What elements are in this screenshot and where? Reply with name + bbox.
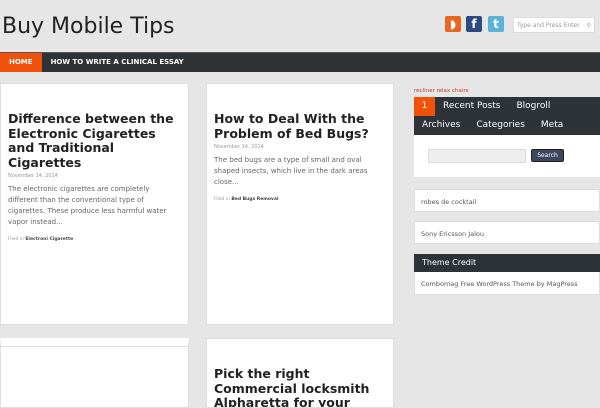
post-title[interactable]: Pick the right Commercial locksmith Alph… <box>214 366 386 407</box>
search-placeholder: Type and Press Enter <box>517 22 580 29</box>
twitter-icon[interactable]: t <box>488 16 504 32</box>
post-card: Pick the right Commercial locksmith Alph… <box>206 338 394 408</box>
widget-sony[interactable]: Sony Ericsson Jalou <box>414 221 600 244</box>
theme-credit-text[interactable]: Combomag Free WordPress Theme by MagPres… <box>414 272 600 295</box>
facebook-icon[interactable]: f <box>466 16 482 32</box>
post-category[interactable]: Bed Bugs Removal <box>231 197 278 202</box>
sidebar-link[interactable]: recliner relax chairs <box>414 88 468 94</box>
search-icon: ⚲ <box>586 22 591 29</box>
tab-meta[interactable]: Meta <box>533 116 571 135</box>
nav-home[interactable]: HOME <box>0 53 42 72</box>
filed-label: Filed in <box>8 237 24 242</box>
main-nav: HOME HOW TO WRITE A CLINICAL ESSAY <box>0 52 600 72</box>
theme-credit-title: Theme Credit <box>414 254 600 272</box>
post-excerpt: The electronic cigarettes are completely… <box>8 185 167 226</box>
post-date: November 14, 2014 <box>214 144 264 150</box>
tab-blogroll[interactable]: Blogroll <box>509 97 559 116</box>
filed-label: Filed in <box>214 197 230 202</box>
post-title[interactable]: Difference between the Electronic Cigare… <box>8 111 181 170</box>
post-card: Difference between the Electronic Cigare… <box>0 83 189 325</box>
sidebar-search-input[interactable] <box>428 149 526 163</box>
post-card: How to Deal With the Problem of Bed Bugs… <box>206 83 394 325</box>
sidebar-tabs: 1 Recent Posts Blogroll Archives Categor… <box>414 97 600 135</box>
site-title[interactable]: Buy Mobile Tips <box>2 14 175 39</box>
nav-clinical-essay[interactable]: HOW TO WRITE A CLINICAL ESSAY <box>42 53 193 72</box>
rss-icon[interactable]: ◗ <box>445 16 461 32</box>
widget-robes[interactable]: robes de cocktail <box>414 189 600 212</box>
sidebar-search-button[interactable]: Search <box>531 149 564 162</box>
post-title[interactable]: How to Deal With the Problem of Bed Bugs… <box>214 111 386 141</box>
post-card <box>0 338 189 408</box>
search-input[interactable]: Type and Press Enter ⚲ <box>513 17 595 33</box>
tab-archives[interactable]: Archives <box>414 116 468 135</box>
post-date: November 14, 2014 <box>8 173 58 179</box>
tab-categories[interactable]: Categories <box>468 116 533 135</box>
post-excerpt: The bed bugs are a type of small and ova… <box>214 156 368 186</box>
tab-recent-posts[interactable]: Recent Posts <box>435 97 509 116</box>
tab-1[interactable]: 1 <box>414 97 435 116</box>
post-category[interactable]: Electroni Cigarette <box>25 237 73 242</box>
tab-panel: Search <box>414 135 600 177</box>
